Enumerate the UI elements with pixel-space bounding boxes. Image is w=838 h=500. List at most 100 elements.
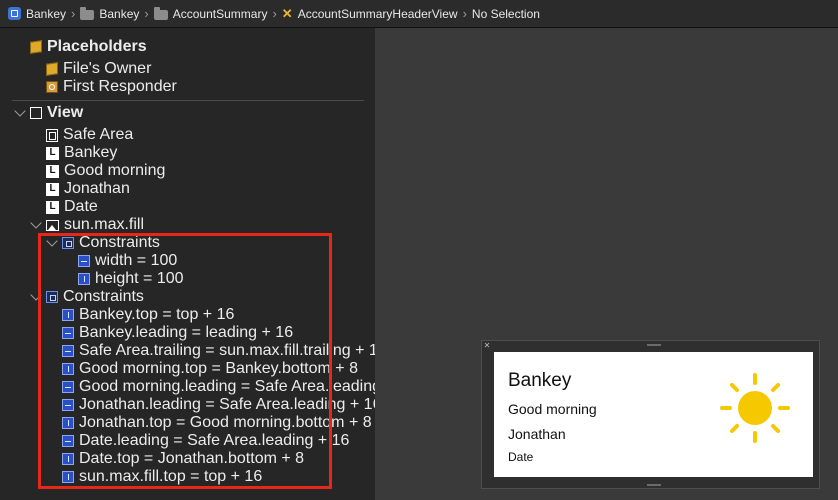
constraints-icon [46,291,58,303]
constraint-item[interactable]: Good morning.leading = Safe Area.leading… [62,378,417,396]
crumb-file[interactable]: ✕ AccountSummaryHeaderView [282,7,458,21]
crumb-group[interactable]: Bankey [80,6,140,21]
constraint-item[interactable]: width = 100 [78,252,177,270]
outline-item-good-morning-label[interactable]: L Good morning [46,162,165,180]
constraint-item[interactable]: Date.top = Jonathan.bottom + 8 [62,450,304,468]
constraint-label: height = 100 [95,270,184,287]
label-icon: L [46,164,59,178]
outline-item-view-constraints[interactable]: Constraints [46,288,144,306]
crumb-project-label: Bankey [26,6,67,21]
outline-item-first-responder[interactable]: First Responder [46,78,177,96]
outline-item-label: View [47,104,84,121]
outline-item-image-constraints[interactable]: Constraints [62,234,160,252]
horizontal-constraint-icon [62,381,74,393]
constraint-label: Good morning.leading = Safe Area.leading… [79,378,418,395]
xib-file-icon: ✕ [281,6,293,21]
horizontal-constraint-icon [62,327,74,339]
vertical-constraint-icon [62,453,74,465]
jump-bar: Bankey › Bankey › AccountSummary › ✕ Acc… [0,0,838,28]
constraint-label: Bankey.top = top + 16 [79,306,235,323]
constraint-item[interactable]: Good morning.top = Bankey.bottom + 8 [62,360,358,378]
constraint-label: Date.leading = Safe Area.leading + 16 [79,432,350,449]
constraint-item[interactable]: Safe Area.trailing = sun.max.fill.traili… [62,342,387,360]
constraint-label: sun.max.fill.top = top + 16 [79,468,263,485]
resize-handle-top[interactable] [647,344,661,346]
constraint-item[interactable]: Bankey.leading = leading + 16 [62,324,293,342]
crumb-selection-label: No Selection [471,6,540,21]
constraint-label: Jonathan.leading = Safe Area.leading + 1… [79,396,382,413]
outline-item-label: File's Owner [63,60,152,77]
constraint-item[interactable]: Jonathan.top = Good morning.bottom + 8 [62,414,372,432]
placeholder-cube-icon [30,40,42,54]
sun-icon[interactable] [717,370,793,446]
project-icon [8,7,21,20]
width-constraint-icon [78,255,90,267]
label-icon: L [46,146,59,160]
crumb-project[interactable]: Bankey [8,7,66,21]
image-view-icon [46,219,59,231]
crumb-selection[interactable]: No Selection [472,7,540,21]
vertical-constraint-icon [62,417,74,429]
folder-icon [80,6,95,20]
label-icon: L [46,182,59,196]
constraint-item[interactable]: Date.leading = Safe Area.leading + 16 [62,432,349,450]
first-responder-icon [46,81,58,93]
label-icon: L [46,200,59,214]
placeholder-cube-icon [46,62,58,76]
outline-item-files-owner[interactable]: File's Owner [46,60,151,78]
outline-item-sun-image[interactable]: sun.max.fill [46,216,144,234]
outline-item-date-label[interactable]: L Date [46,198,98,216]
constraint-item[interactable]: sun.max.fill.top = top + 16 [62,468,262,486]
constraint-label: Jonathan.top = Good morning.bottom + 8 [79,414,372,431]
outline-item-safe-area[interactable]: Safe Area [46,126,133,144]
chevron-right-icon: › [71,6,76,21]
view-icon [30,107,42,119]
preview-title[interactable]: Bankey [508,370,571,392]
height-constraint-icon [78,273,90,285]
crumb-folder-label: AccountSummary [172,6,268,21]
outline-item-placeholders[interactable]: Placeholders [30,38,147,56]
outline-item-label: Bankey [64,144,118,161]
constraint-label: Safe Area.trailing = sun.max.fill.traili… [79,342,387,359]
outline-item-label: Constraints [63,288,144,305]
safe-area-icon [46,128,58,142]
constraint-label: width = 100 [95,252,178,269]
vertical-constraint-icon [62,471,74,483]
outline-divider [12,100,364,101]
outline-item-label: Jonathan [64,180,130,197]
chevron-right-icon: › [462,6,467,21]
vertical-constraint-icon [62,309,74,321]
resize-handle-bottom[interactable] [647,484,661,486]
outline-item-label: Date [64,198,98,215]
outline-item-label: First Responder [63,78,177,95]
constraint-item[interactable]: height = 100 [78,270,184,288]
constraint-label: Good morning.top = Bankey.bottom + 8 [79,360,358,377]
crumb-file-label: AccountSummaryHeaderView [297,6,458,21]
crumb-group-label: Bankey [99,6,140,21]
outline-item-jonathan-label[interactable]: L Jonathan [46,180,130,198]
outline-item-bankey-label[interactable]: L Bankey [46,144,117,162]
horizontal-constraint-icon [62,345,74,357]
preview-date[interactable]: Date [508,450,533,464]
folder-icon [153,6,168,20]
constraint-label: Bankey.leading = leading + 16 [79,324,294,341]
outline-item-label: Placeholders [47,38,147,55]
constraints-icon [62,237,74,249]
outline-item-label: Good morning [64,162,166,179]
preview-greeting[interactable]: Good morning [508,401,597,417]
constraint-item[interactable]: Jonathan.leading = Safe Area.leading + 1… [62,396,381,414]
outline-item-label: Constraints [79,234,160,251]
chevron-right-icon: › [272,6,277,21]
chevron-right-icon: › [144,6,149,21]
close-icon[interactable]: ✕ [483,342,491,350]
outline-item-label: Safe Area [63,126,134,143]
constraint-item[interactable]: Bankey.top = top + 16 [62,306,234,324]
horizontal-constraint-icon [62,399,74,411]
outline-item-view[interactable]: View [30,104,83,122]
vertical-constraint-icon [62,363,74,375]
crumb-folder[interactable]: AccountSummary [153,6,268,21]
preview-name[interactable]: Jonathan [508,426,566,442]
constraint-label: Date.top = Jonathan.bottom + 8 [79,450,305,467]
horizontal-constraint-icon [62,435,74,447]
sun-core [738,391,772,425]
